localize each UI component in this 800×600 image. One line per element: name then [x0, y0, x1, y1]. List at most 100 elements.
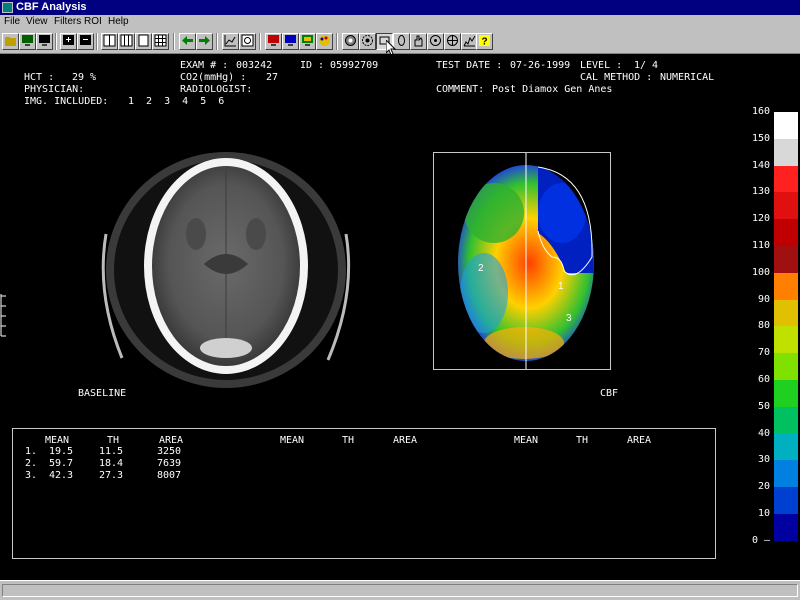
toolbar-separator	[336, 33, 338, 50]
legend-color-band	[774, 353, 798, 381]
cal-method-label: CAL METHOD :	[580, 72, 653, 83]
id-value: 05992709	[330, 60, 379, 71]
monitor-color-icon[interactable]	[299, 33, 316, 50]
toolbar-separator	[259, 33, 261, 50]
menu-view[interactable]: View	[26, 16, 48, 27]
legend-tick-label: 130	[751, 186, 770, 198]
roi-gear-icon[interactable]	[359, 33, 376, 50]
svg-text:?: ?	[481, 37, 487, 48]
row-area: 3250	[157, 446, 182, 457]
layout-grid-icon[interactable]	[152, 33, 169, 50]
legend-color-band	[774, 514, 798, 541]
window-title: CBF Analysis	[16, 1, 87, 13]
legend-color-band	[774, 272, 798, 300]
zoom-out-icon[interactable]	[77, 33, 94, 50]
toolbar-separator	[96, 33, 98, 50]
legend-color-band	[774, 406, 798, 434]
legend-tick-label: 140	[751, 159, 770, 171]
roi-label-2: 2	[478, 263, 484, 274]
toolbar-separator	[216, 33, 218, 50]
co2-value: 27	[266, 72, 279, 83]
legend-tick-label: 110	[751, 240, 770, 251]
co2-label: CO2(mmHg) :	[180, 72, 247, 83]
legend-color-band	[774, 246, 798, 273]
legend-tick-label: 100	[751, 266, 770, 278]
legend-color-band	[774, 138, 798, 166]
col-th-3: TH	[576, 435, 589, 446]
zoom-in-icon[interactable]	[60, 33, 77, 50]
refresh-icon[interactable]	[239, 33, 256, 50]
legend-tick-label: 30	[757, 454, 770, 466]
legend-color-band	[774, 487, 798, 515]
legend-tick-label: 40	[757, 427, 770, 439]
cbf-map-image[interactable]: 1 2 3	[434, 153, 610, 369]
roi-label-1: 1	[558, 281, 564, 292]
legend-tick-label: 0 –	[751, 534, 770, 546]
cal-method-value: NUMERICAL	[660, 72, 715, 83]
level-label: LEVEL :	[580, 60, 623, 71]
col-mean-1: MEAN	[45, 435, 70, 446]
toolbar-separator	[55, 33, 57, 50]
img-included-values: 1 2 3 4 5 6	[128, 96, 225, 107]
exam-value: 003242	[236, 60, 273, 71]
menu-help[interactable]: Help	[108, 16, 129, 27]
row-index: 2.	[25, 458, 38, 469]
legend-tick-label: 160	[751, 106, 770, 117]
roi-star-icon[interactable]	[444, 33, 461, 50]
arrow-right-icon[interactable]	[196, 33, 213, 50]
open-icon[interactable]	[2, 33, 19, 50]
monitor-green-icon[interactable]	[19, 33, 36, 50]
col-area-1: AREA	[159, 435, 184, 446]
col-th-2: TH	[342, 435, 355, 446]
layout-1x1-icon[interactable]	[118, 33, 135, 50]
monitor-blue-icon[interactable]	[282, 33, 299, 50]
row-mean: 59.7	[49, 458, 74, 469]
arrow-left-icon[interactable]	[179, 33, 196, 50]
color-scale-legend: 160 150 140 130 120 110 100 90 80 70 60 50 40 30 20 10 0…	[740, 100, 800, 550]
row-index: 3.	[25, 470, 38, 481]
id-label: ID :	[300, 60, 325, 71]
col-mean-2: MEAN	[280, 435, 305, 446]
title-bar: CBF Analysis	[0, 0, 800, 15]
roi-target-icon[interactable]	[427, 33, 444, 50]
help-icon[interactable]: ?	[476, 33, 493, 50]
test-date-value: 07-26-1999	[510, 60, 571, 71]
hct-value: 29 %	[72, 72, 97, 83]
baseline-ct-image[interactable]	[96, 144, 356, 394]
layout-single-icon[interactable]	[135, 33, 152, 50]
menu-roi[interactable]: ROI	[84, 16, 102, 27]
legend-color-band	[774, 219, 798, 247]
hct-label: HCT :	[24, 72, 55, 83]
img-included-label: IMG. INCLUDED:	[24, 96, 109, 107]
row-th: 11.5	[99, 446, 124, 457]
legend-tick-label: 10	[757, 508, 770, 519]
col-mean-3: MEAN	[514, 435, 539, 446]
status-bar	[0, 580, 800, 600]
monitor-red-icon[interactable]	[265, 33, 282, 50]
roi-hand-icon[interactable]	[410, 33, 427, 50]
exam-label: EXAM # :	[180, 60, 229, 71]
comment-value: Post Diamox Gen Anes	[492, 84, 613, 95]
legend-tick-label: 50	[757, 400, 770, 412]
menu-bar: File View Filters ROI Help	[0, 15, 800, 30]
legend-color-band	[774, 112, 798, 139]
row-th: 18.4	[99, 458, 124, 469]
results-table: MEAN TH AREA MEAN TH AREA MEAN TH AREA 1…	[12, 428, 716, 559]
col-area-2: AREA	[393, 435, 418, 446]
row-area: 8007	[157, 470, 182, 481]
menu-file[interactable]: File	[4, 16, 20, 27]
comment-label: COMMENT:	[436, 84, 485, 95]
legend-tick-label: 60	[757, 374, 770, 385]
legend-color-band	[774, 165, 798, 193]
palette-icon[interactable]	[316, 33, 333, 50]
layout-1x2-icon[interactable]	[101, 33, 118, 50]
test-date-label: TEST DATE :	[436, 60, 503, 71]
chart-icon[interactable]	[222, 33, 239, 50]
menu-filters[interactable]: Filters	[54, 16, 81, 27]
legend-color-band	[774, 460, 798, 488]
legend-color-band	[774, 380, 798, 407]
roi-circle-icon[interactable]	[342, 33, 359, 50]
left-ruler	[0, 294, 6, 337]
baseline-label: BASELINE	[78, 388, 127, 399]
monitor-black-icon[interactable]	[36, 33, 53, 50]
